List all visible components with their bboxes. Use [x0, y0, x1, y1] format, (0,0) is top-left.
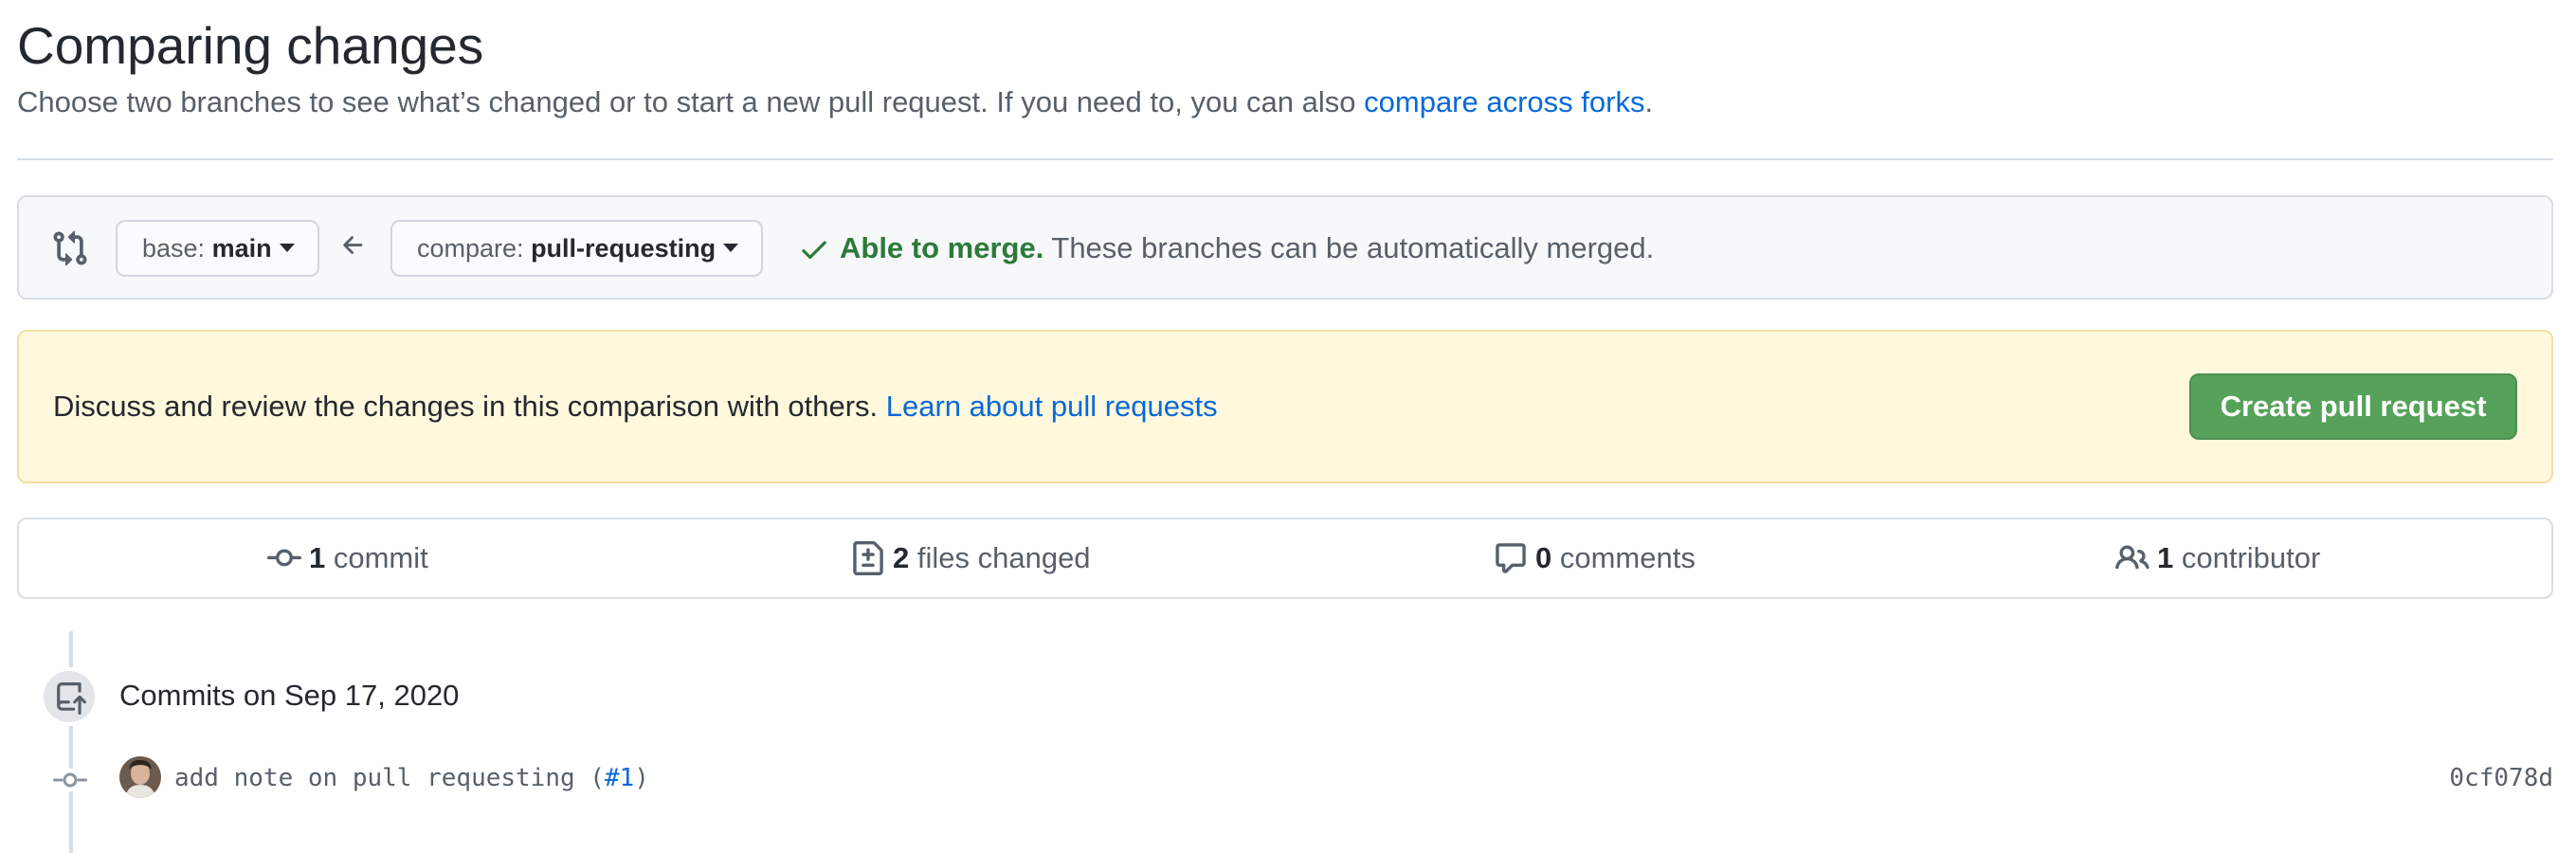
files-changed-stat[interactable]: 2 files changed — [851, 519, 1091, 597]
compare-branch-select[interactable]: compare: pull-requesting — [390, 220, 764, 277]
git-commit-icon — [267, 549, 301, 567]
contributors-count: 1 — [2157, 541, 2174, 574]
git-commit-icon — [53, 769, 87, 791]
commits-stat-text: 1 commit — [309, 541, 428, 575]
check-icon — [802, 241, 826, 260]
range-editor: base: main compare: pull-requesting Able… — [17, 195, 2553, 299]
commit-group-date: Commits on Sep 17, 2020 — [119, 679, 460, 712]
contributors-stat[interactable]: 1 contributor — [2115, 519, 2320, 597]
commit-message-close: ) — [634, 764, 649, 792]
comments-stat[interactable]: 0 comments — [1494, 519, 1696, 597]
base-branch-select[interactable]: base: main — [116, 220, 319, 277]
commits-count: 1 — [309, 541, 326, 574]
arrow-left-icon — [343, 236, 363, 254]
files-changed-stat-text: 2 files changed — [893, 541, 1091, 575]
header-divider — [17, 158, 2553, 160]
commit-message-text: add note on pull requesting ( — [174, 764, 605, 792]
commit-sha-link[interactable]: 0cf078d — [2449, 761, 2553, 795]
merge-status: Able to merge. These branches can be aut… — [840, 227, 1654, 269]
files-label: files changed — [909, 541, 1091, 574]
contributors-stat-text: 1 contributor — [2157, 541, 2320, 575]
compare-across-forks-link[interactable]: compare across forks — [1364, 85, 1644, 118]
base-branch-name: main — [211, 234, 272, 263]
people-icon — [2115, 545, 2150, 570]
pull-request-flash: Discuss and review the changes in this c… — [17, 330, 2553, 483]
comment-icon — [1496, 543, 1526, 573]
git-compare-icon — [53, 230, 87, 266]
chevron-down-icon — [279, 244, 295, 253]
chevron-down-icon — [723, 244, 739, 253]
compare-branch-name: pull-requesting — [531, 234, 717, 263]
create-pull-request-button[interactable]: Create pull request — [2189, 373, 2517, 440]
avatar[interactable] — [119, 756, 161, 798]
comments-stat-text: 0 comments — [1535, 541, 1696, 575]
compare-summary: 1 commit 2 files changed 0 comments 1 co… — [17, 517, 2553, 599]
page-title: Comparing changes — [17, 16, 484, 75]
subtitle-period: . — [1644, 85, 1654, 118]
file-diff-icon — [853, 541, 883, 575]
merge-status-bold: Able to merge. — [840, 231, 1044, 264]
commit-message[interactable]: add note on pull requesting (#1) — [174, 761, 649, 795]
timeline-line — [69, 631, 73, 853]
contributors-label: contributor — [2173, 541, 2321, 574]
commit-group-badge — [40, 667, 99, 726]
base-branch-prefix: base: — [142, 234, 212, 263]
issue-link[interactable]: #1 — [605, 764, 634, 792]
comments-count: 0 — [1535, 541, 1552, 574]
learn-about-pull-requests-link[interactable]: Learn about pull requests — [886, 390, 1218, 423]
comments-label: comments — [1551, 541, 1696, 574]
flash-message: Discuss and review the changes in this c… — [53, 388, 1218, 426]
repo-push-icon — [57, 682, 86, 715]
page-subtitle: Choose two branches to see what’s change… — [17, 83, 1653, 121]
subtitle-text: Choose two branches to see what’s change… — [17, 85, 1365, 118]
commits-stat[interactable]: 1 commit — [267, 519, 428, 597]
commits-label: commit — [325, 541, 428, 574]
merge-status-text: These branches can be automatically merg… — [1043, 231, 1655, 264]
compare-branch-prefix: compare: — [417, 234, 532, 263]
avatar-image — [119, 756, 161, 798]
flash-text: Discuss and review the changes in this c… — [53, 390, 886, 423]
files-count: 2 — [893, 541, 910, 574]
